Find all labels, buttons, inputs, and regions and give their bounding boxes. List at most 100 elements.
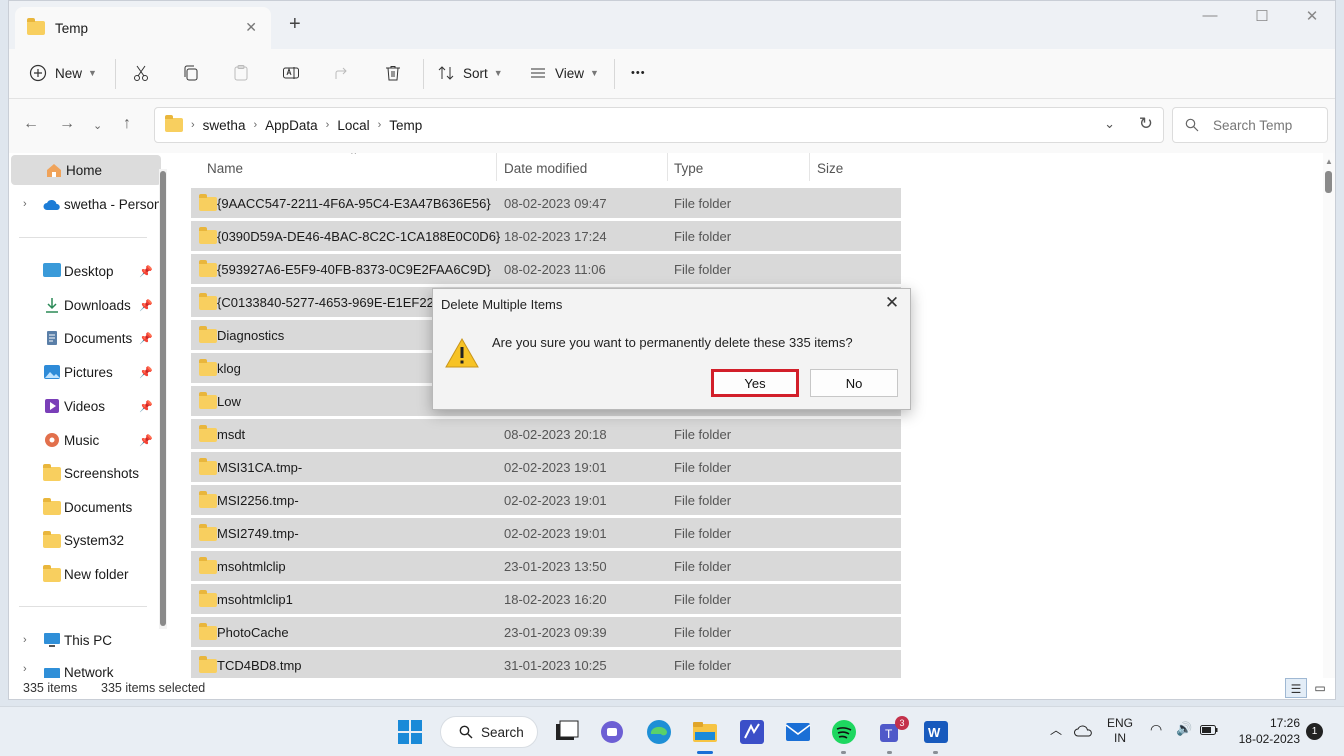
pin-icon[interactable]: 📌	[139, 332, 153, 345]
file-type: File folder	[674, 493, 732, 508]
file-row[interactable]: {0390D59A-DE46-4BAC-8C2C-1CA188E0C0D6} 1…	[191, 221, 901, 251]
new-tab-button[interactable]: +	[289, 14, 301, 34]
details-view-icon[interactable]: ☰	[1285, 678, 1307, 698]
yes-button[interactable]: Yes	[711, 369, 799, 397]
maximize-button[interactable]: ☐	[1239, 7, 1285, 25]
breadcrumb-temp[interactable]: Temp	[389, 118, 422, 133]
tiles-view-icon[interactable]: ▭	[1309, 678, 1331, 698]
more-options-button[interactable]: •••	[631, 59, 646, 87]
sidebar-item-pictures[interactable]: Pictures 📌	[9, 357, 159, 387]
file-row[interactable]: msdt 08-02-2023 20:18 File folder	[191, 419, 901, 449]
column-type[interactable]: Type	[674, 161, 703, 176]
refresh-icon[interactable]: ↻	[1139, 114, 1153, 134]
chevron-right-icon[interactable]: ›	[23, 663, 27, 675]
cut-button[interactable]	[132, 59, 150, 87]
pin-icon[interactable]: 📌	[139, 366, 153, 379]
column-divider[interactable]	[809, 153, 810, 181]
address-dropdown-icon[interactable]: ⌄	[1104, 116, 1115, 132]
chat-icon[interactable]	[598, 718, 626, 746]
file-row[interactable]: PhotoCache 23-01-2023 09:39 File folder	[191, 617, 901, 647]
sidebar-item-network[interactable]: › Network	[9, 659, 159, 679]
pin-icon[interactable]: 📌	[139, 400, 153, 413]
language-indicator[interactable]: ENG IN	[1106, 716, 1134, 746]
sidebar-item-this-pc[interactable]: › This PC	[9, 625, 159, 655]
file-row[interactable]: msohtmlclip 23-01-2023 13:50 File folder	[191, 551, 901, 581]
minimize-button[interactable]: —	[1187, 7, 1233, 24]
column-date-modified[interactable]: Date modified	[504, 161, 587, 176]
breadcrumb-appdata[interactable]: AppData	[265, 118, 318, 133]
paste-button[interactable]	[232, 59, 250, 87]
word-icon[interactable]: W	[922, 718, 950, 746]
delete-button[interactable]	[384, 59, 402, 87]
file-row[interactable]: MSI31CA.tmp- 02-02-2023 19:01 File folde…	[191, 452, 901, 482]
sidebar-item-videos[interactable]: Videos 📌	[9, 391, 159, 421]
sidebar-item-home[interactable]: Home	[11, 155, 161, 185]
close-icon[interactable]: ✕	[882, 293, 902, 313]
sidebar-item-documents[interactable]: Documents 📌	[9, 323, 159, 353]
tab-temp[interactable]: Temp ✕	[15, 7, 271, 49]
forward-arrow-icon[interactable]: →	[59, 115, 75, 133]
share-button[interactable]	[333, 59, 351, 87]
chevron-right-icon[interactable]: ›	[23, 634, 27, 646]
chevron-up-icon[interactable]: ︿	[1050, 721, 1062, 738]
taskbar-search[interactable]: Search	[440, 716, 538, 748]
sidebar-item-desktop[interactable]: Desktop 📌	[9, 256, 159, 286]
column-name[interactable]: Name	[207, 161, 243, 176]
chevron-right-icon[interactable]: ›	[23, 198, 27, 210]
wifi-icon[interactable]: ◠	[1150, 721, 1162, 738]
onedrive-icon[interactable]	[1074, 723, 1094, 737]
breadcrumb-swetha[interactable]: swetha	[203, 118, 246, 133]
pin-icon[interactable]: 📌	[139, 299, 153, 312]
task-view-icon[interactable]	[552, 718, 580, 746]
column-size[interactable]: Size	[817, 161, 843, 176]
breadcrumb-local[interactable]: Local	[337, 118, 369, 133]
notification-badge[interactable]: 1	[1306, 723, 1323, 740]
address-bar[interactable]: › swetha › AppData › Local › Temp ⌄ ↻	[154, 107, 1164, 143]
sidebar-item-documents-folder[interactable]: Documents	[9, 492, 159, 522]
file-row[interactable]: msohtmlclip1 18-02-2023 16:20 File folde…	[191, 584, 901, 614]
pin-icon[interactable]: 📌	[139, 434, 153, 447]
copy-button[interactable]	[182, 59, 200, 87]
back-arrow-icon[interactable]: ←	[23, 115, 39, 133]
file-explorer-icon[interactable]	[691, 718, 719, 746]
file-row[interactable]: {9AACC547-2211-4F6A-95C4-E3A47B636E56} 0…	[191, 188, 901, 218]
sidebar-scrollbar[interactable]	[159, 169, 167, 629]
sidebar-item-new-folder[interactable]: New folder	[9, 559, 159, 589]
start-icon[interactable]	[396, 718, 424, 746]
close-tab-icon[interactable]: ✕	[245, 19, 257, 36]
file-row[interactable]: MSI2749.tmp- 02-02-2023 19:01 File folde…	[191, 518, 901, 548]
spotify-icon[interactable]	[830, 718, 858, 746]
sidebar-item-screenshots[interactable]: Screenshots	[9, 458, 159, 488]
search-input[interactable]: Search Temp	[1172, 107, 1328, 143]
visual-studio-icon[interactable]	[738, 718, 766, 746]
music-icon	[45, 433, 59, 447]
file-row[interactable]: MSI2256.tmp- 02-02-2023 19:01 File folde…	[191, 485, 901, 515]
cloud-icon	[43, 199, 60, 210]
close-window-button[interactable]: ✕	[1289, 7, 1335, 25]
edge-icon[interactable]	[645, 718, 673, 746]
recent-locations-icon[interactable]: ⌄	[93, 119, 102, 132]
file-row[interactable]: TCD4BD8.tmp 31-01-2023 10:25 File folder	[191, 650, 901, 678]
sidebar-item-system32[interactable]: System32	[9, 525, 159, 555]
up-arrow-icon[interactable]: ↑	[123, 115, 131, 133]
sidebar-scrollbar-thumb[interactable]	[160, 171, 166, 626]
pin-icon[interactable]: 📌	[139, 265, 153, 278]
new-button[interactable]: New ▼	[29, 59, 97, 87]
sort-button[interactable]: Sort ▼	[437, 59, 503, 87]
no-button[interactable]: No	[810, 369, 898, 397]
column-divider[interactable]	[667, 153, 668, 181]
file-list-scrollbar[interactable]: ▲	[1323, 153, 1335, 678]
mail-icon[interactable]	[784, 718, 812, 746]
sidebar-item-onedrive[interactable]: › swetha - Personal	[9, 189, 159, 219]
rename-button[interactable]	[282, 59, 300, 87]
scroll-up-icon[interactable]: ▲	[1325, 157, 1333, 166]
system-clock[interactable]: 17:26 18-02-2023	[1236, 715, 1300, 747]
volume-icon[interactable]: 🔊	[1176, 721, 1192, 737]
sidebar-item-downloads[interactable]: Downloads 📌	[9, 290, 159, 320]
sidebar-item-music[interactable]: Music 📌	[9, 425, 159, 455]
file-list-scrollbar-thumb[interactable]	[1325, 171, 1332, 193]
file-row[interactable]: {593927A6-E5F9-40FB-8373-0C9E2FAA6C9D} 0…	[191, 254, 901, 284]
view-button[interactable]: View ▼	[529, 59, 599, 87]
battery-icon[interactable]	[1200, 725, 1218, 735]
column-divider[interactable]	[496, 153, 497, 181]
